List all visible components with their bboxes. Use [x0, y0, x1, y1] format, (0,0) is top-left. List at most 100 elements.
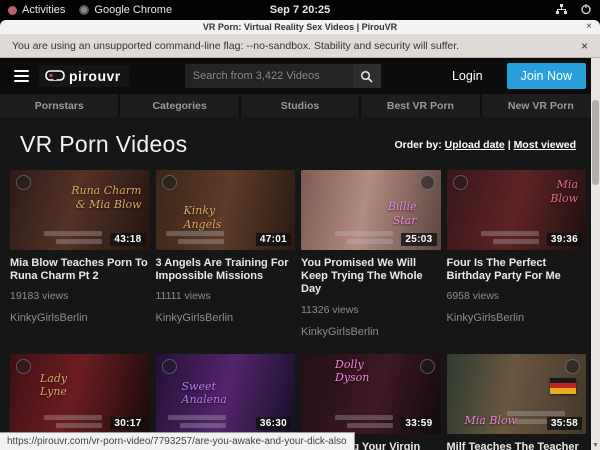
duration-badge: 25:03 — [401, 233, 436, 246]
nav-item-pornstars[interactable]: Pornstars — [0, 94, 118, 117]
site-logo[interactable]: pirouvr — [39, 65, 129, 87]
thumbnail-caption-bar — [347, 239, 393, 244]
order-by-label: Order by: — [394, 139, 441, 151]
studio-link[interactable]: KinkyGirlsBerlin — [156, 312, 296, 324]
search-icon — [360, 70, 373, 83]
studio-watermark-icon — [453, 175, 468, 190]
thumbnail-caption-bar — [493, 239, 539, 244]
scrollbar-thumb[interactable] — [592, 100, 599, 185]
join-now-button[interactable]: Join Now — [507, 63, 586, 89]
video-grid: Runa Charm & Mia Blow 43:18 Mia Blow Tea… — [0, 168, 600, 450]
thumbnail-overlay-title: Mia Blow — [550, 178, 578, 206]
video-title-link[interactable]: 3 Angels Are Training For Impossible Mis… — [156, 257, 296, 283]
video-thumbnail[interactable]: Sweet Analena 36:30 — [156, 354, 296, 434]
thumbnail-caption-bar — [44, 415, 102, 420]
video-title-link[interactable]: Milf Teaches The Teacher Some Practical … — [447, 441, 587, 450]
thumbnail-overlay-title: Sweet Analena — [182, 380, 227, 408]
duration-badge: 43:18 — [110, 233, 145, 246]
thumbnail-caption-bar — [481, 231, 539, 236]
window-close-icon[interactable]: × — [586, 22, 592, 32]
activities-label: Activities — [22, 4, 65, 16]
chrome-icon — [79, 5, 89, 15]
thumbnail-caption-bar — [56, 239, 102, 244]
video-card: Mia Blow 39:36 Four Is The Perfect Birth… — [447, 170, 587, 338]
studio-watermark-icon — [420, 359, 435, 374]
video-card: Runa Charm & Mia Blow 43:18 Mia Blow Tea… — [10, 170, 150, 338]
infobar-message: You are using an unsupported command-lin… — [12, 40, 459, 52]
duration-badge: 30:17 — [110, 417, 145, 430]
infobar-close-icon[interactable]: × — [581, 39, 588, 53]
system-clock[interactable]: Sep 7 20:25 — [270, 4, 331, 16]
video-title-link[interactable]: Mia Blow Teaches Porn To Runa Charm Pt 2 — [10, 257, 150, 283]
video-card: Mia Blow 35:58 Milf Teaches The Teacher … — [447, 354, 587, 450]
thumbnail-overlay-title: Kinky Angels — [184, 204, 222, 232]
thumbnail-caption-bar — [168, 415, 226, 420]
thumbnail-caption-bar — [507, 411, 565, 416]
page-heading-row: VR Porn Videos Order by: Upload date | M… — [0, 117, 600, 168]
hamburger-menu-icon[interactable] — [14, 70, 29, 82]
video-thumbnail[interactable]: Kinky Angels 47:01 — [156, 170, 296, 250]
view-count: 6958 views — [447, 290, 587, 302]
duration-badge: 35:58 — [547, 417, 582, 430]
thumbnail-overlay-title: Mia Blow — [465, 414, 517, 428]
duration-badge: 47:01 — [256, 233, 291, 246]
nav-item-studios[interactable]: Studios — [241, 94, 359, 117]
thumbnail-caption-bar — [347, 423, 393, 428]
video-thumbnail[interactable]: Billie Star 25:03 — [301, 170, 441, 250]
thumbnail-caption-bar — [178, 239, 224, 244]
thumbnail-caption-bar — [335, 231, 393, 236]
video-thumbnail[interactable]: Mia Blow 35:58 — [447, 354, 587, 434]
thumbnail-overlay-title: Billie Star — [388, 200, 417, 228]
main-nav: Pornstars Categories Studios Best VR Por… — [0, 94, 600, 117]
studio-watermark-icon — [16, 175, 31, 190]
duration-badge: 39:36 — [547, 233, 582, 246]
video-thumbnail[interactable]: Runa Charm & Mia Blow 43:18 — [10, 170, 150, 250]
studio-watermark-icon — [16, 359, 31, 374]
view-count: 19183 views — [10, 290, 150, 302]
search-input[interactable] — [185, 64, 353, 88]
studio-watermark-icon — [162, 359, 177, 374]
network-icon[interactable] — [555, 3, 568, 18]
studio-link[interactable]: KinkyGirlsBerlin — [447, 312, 587, 324]
browser-viewport: pirouvr Login Join Now Pornstars Categor… — [0, 58, 600, 450]
order-separator: | — [508, 139, 511, 151]
view-count: 11326 views — [301, 304, 441, 316]
app-menu-label: Google Chrome — [94, 4, 172, 16]
nav-item-categories[interactable]: Categories — [120, 94, 238, 117]
thumbnail-caption-bar — [180, 423, 226, 428]
app-menu-button[interactable]: Google Chrome — [79, 4, 172, 16]
window-title: VR Porn: Virtual Reality Sex Videos | Pi… — [203, 22, 397, 32]
studio-link[interactable]: KinkyGirlsBerlin — [10, 312, 150, 324]
video-title-link[interactable]: You Promised We Will Keep Trying The Who… — [301, 257, 441, 297]
scrollbar-down-arrow-icon[interactable]: ▼ — [591, 442, 600, 449]
studio-watermark-icon — [162, 175, 177, 190]
power-icon[interactable] — [580, 3, 592, 18]
thumbnail-caption-bar — [166, 231, 224, 236]
video-thumbnail[interactable]: Mia Blow 39:36 — [447, 170, 587, 250]
activities-button[interactable]: Activities — [8, 4, 65, 16]
nav-item-new-vr-porn[interactable]: New VR Porn — [482, 94, 600, 117]
vr-goggles-icon — [45, 70, 65, 82]
studio-watermark-icon — [565, 359, 580, 374]
video-thumbnail[interactable]: Dolly Dyson 33:59 — [301, 354, 441, 434]
thumbnail-overlay-title: Lady Lyne — [40, 372, 67, 400]
logo-text: pirouvr — [69, 68, 121, 84]
video-thumbnail[interactable]: Lady Lyne 30:17 — [10, 354, 150, 434]
order-most-viewed-link[interactable]: Most viewed — [514, 139, 576, 151]
video-title-link[interactable]: Four Is The Perfect Birthday Party For M… — [447, 257, 587, 283]
vertical-scrollbar[interactable]: ▼ — [591, 58, 600, 450]
duration-badge: 36:30 — [256, 417, 291, 430]
page-title: VR Porn Videos — [20, 131, 187, 158]
order-upload-date-link[interactable]: Upload date — [445, 139, 505, 151]
search-button[interactable] — [353, 64, 381, 88]
system-top-bar: Activities Google Chrome Sep 7 20:25 — [0, 0, 600, 20]
studio-link[interactable]: KinkyGirlsBerlin — [301, 326, 441, 338]
thumbnail-caption-bar — [56, 423, 102, 428]
order-by-controls: Order by: Upload date | Most viewed — [394, 139, 580, 151]
search-bar — [185, 64, 381, 88]
thumbnail-caption-bar — [335, 415, 393, 420]
chrome-infobar: You are using an unsupported command-lin… — [0, 34, 600, 58]
site-header: pirouvr Login Join Now — [0, 58, 600, 94]
nav-item-best-vr-porn[interactable]: Best VR Porn — [361, 94, 479, 117]
login-link[interactable]: Login — [452, 69, 483, 83]
